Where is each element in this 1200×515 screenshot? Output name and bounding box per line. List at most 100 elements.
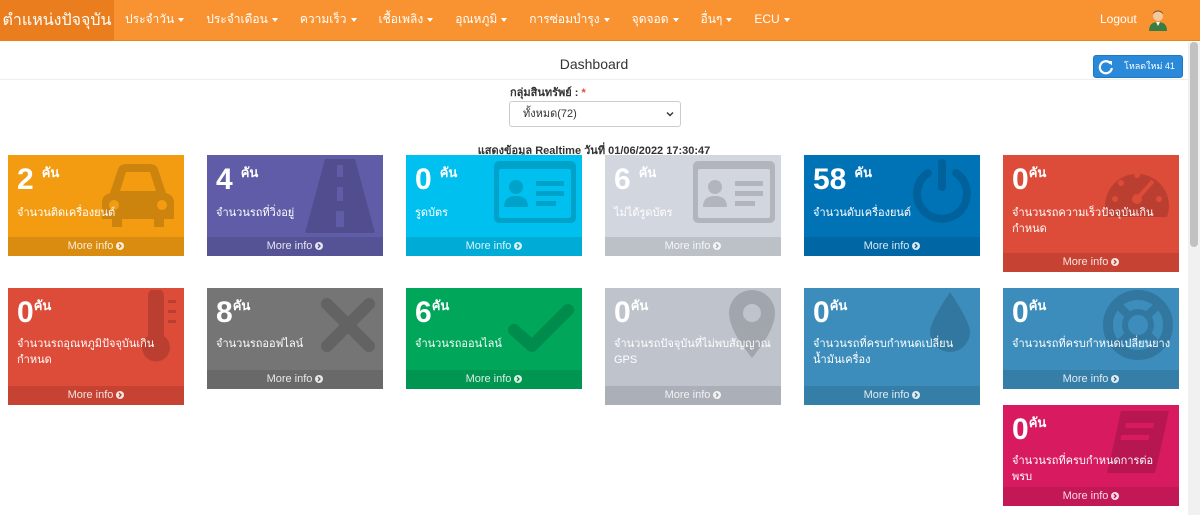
menu-speed[interactable]: ความเร็ว — [289, 0, 368, 41]
menu-parking[interactable]: จุดจอด — [621, 0, 690, 41]
box-count: 0คัน — [614, 296, 649, 329]
refresh-icon — [1098, 60, 1113, 75]
box-insurance-due: 0คัน จำนวนรถที่ครบกำหนดการต่อพรบ More in… — [1003, 405, 1179, 506]
menu-daily[interactable]: ประจำวัน — [114, 0, 195, 41]
more-info-link[interactable]: More info — [8, 386, 184, 405]
more-info-link[interactable]: More info — [207, 237, 383, 256]
box-label: จำนวนรถที่วิ่งอยู่ — [216, 207, 295, 219]
more-info-link[interactable]: More info — [804, 386, 980, 405]
menu-monthly[interactable]: ประจำเดือน — [195, 0, 289, 41]
more-info-link[interactable]: More info — [605, 237, 781, 256]
more-info-link[interactable]: More info — [1003, 253, 1179, 272]
menu-label: ความเร็ว — [299, 12, 347, 26]
more-info-label: More info — [67, 389, 114, 401]
more-info-label: More info — [266, 373, 313, 385]
asset-group-select[interactable]: ทั้งหมด(72) — [509, 101, 681, 127]
box-card-not-swiped: 6 คัน ไม่ได้รูดบัตร More info — [605, 155, 781, 256]
more-info-label: More info — [465, 373, 512, 385]
more-info-link[interactable]: More info — [1003, 487, 1179, 506]
menu-label: ประจำวัน — [125, 12, 175, 26]
box-count: 2 คัน — [17, 163, 60, 196]
box-moving: 4 คัน จำนวนรถที่วิ่งอยู่ More info — [207, 155, 383, 256]
box-label: จำนวนรถออนไลน์ — [415, 338, 502, 350]
menu-label: อุณหภูมิ — [455, 12, 498, 26]
caret-down-icon — [783, 17, 790, 22]
box-count: 0คัน — [813, 296, 848, 329]
arrow-circle-right-icon — [514, 375, 523, 383]
page-scrollbar[interactable] — [1188, 42, 1200, 515]
box-offline: 8คัน จำนวนรถออฟไลน์ More info — [207, 288, 383, 389]
arrow-circle-right-icon — [713, 242, 722, 250]
caret-down-icon — [603, 17, 610, 22]
arrow-circle-right-icon — [315, 375, 324, 383]
box-label: จำนวนรถอุณหภูมิปัจจุบันเกินกำหนด — [17, 338, 155, 366]
box-oil-change-due: 0คัน จำนวนรถที่ครบกำหนดเปลี่ยนน้ำมันเครื… — [804, 288, 980, 405]
caret-down-icon — [350, 17, 357, 22]
box-engine-off: 58 คัน จำนวนดับเครื่องยนต์ More info — [804, 155, 980, 256]
road-icon — [305, 159, 375, 233]
more-info-label: More info — [1062, 490, 1109, 502]
more-info-link[interactable]: More info — [1003, 370, 1179, 389]
title-divider — [0, 79, 1188, 80]
menu-label: ECU — [754, 12, 780, 26]
reload-button[interactable]: โหลดใหม่ 41 — [1093, 55, 1183, 78]
more-info-link[interactable]: More info — [207, 370, 383, 389]
page-title: Dashboard — [559, 56, 629, 72]
arrow-circle-right-icon — [912, 242, 921, 250]
menu-temperature[interactable]: อุณหภูมิ — [444, 0, 518, 41]
arrow-circle-right-icon — [116, 242, 125, 250]
more-info-label: More info — [1062, 373, 1109, 385]
user-avatar-icon[interactable] — [1148, 9, 1168, 31]
caret-down-icon — [271, 17, 278, 22]
box-label: ไม่ได้รูดบัตร — [614, 207, 673, 219]
menu-fuel[interactable]: เชื้อเพลิง — [368, 0, 445, 41]
more-info-link[interactable]: More info — [804, 237, 980, 256]
menu-others[interactable]: อื่นๆ — [690, 0, 744, 41]
caret-down-icon — [427, 17, 434, 22]
arrow-circle-right-icon — [912, 391, 921, 399]
arrow-circle-right-icon — [315, 242, 324, 250]
box-label: จำนวนรถปัจจุบันที่ไม่พบสัญญาณ GPS — [614, 338, 771, 366]
box-label: จำนวนรถที่ครบกำหนดเปลี่ยนน้ำมันเครื่อง — [813, 338, 954, 366]
asset-group-text: กลุ่มสินทรัพย์ : — [510, 87, 579, 99]
more-info-link[interactable]: More info — [605, 386, 781, 405]
arrow-circle-right-icon — [713, 391, 722, 399]
caret-down-icon — [672, 17, 679, 22]
box-label: จำนวนรถที่ครบกำหนดเปลี่ยนยาง — [1012, 338, 1171, 350]
more-info-link[interactable]: More info — [8, 237, 184, 256]
box-count: 0คัน — [1012, 413, 1047, 446]
brand-current-location[interactable]: ตำแหน่งปัจจุบัน — [0, 0, 114, 41]
box-over-temperature: 0คัน จำนวนรถอุณหภูมิปัจจุบันเกินกำหนด Mo… — [8, 288, 184, 405]
box-count: 0คัน — [17, 296, 52, 329]
arrow-circle-right-icon — [1111, 375, 1120, 383]
menu-label: จุดจอด — [631, 12, 669, 26]
box-count: 0คัน — [415, 163, 458, 196]
menu-label: การซ่อมบำรุง — [529, 12, 600, 26]
box-label: จำนวนรถออฟไลน์ — [216, 338, 304, 350]
more-info-label: More info — [266, 240, 313, 252]
more-info-label: More info — [863, 240, 910, 252]
more-info-label: More info — [664, 240, 711, 252]
box-count: 6คัน — [415, 296, 450, 329]
more-info-link[interactable]: More info — [406, 370, 582, 389]
box-engine-on: 2 คัน จำนวนติดเครื่องยนต์ More info — [8, 155, 184, 256]
scrollbar-thumb[interactable] — [1190, 42, 1198, 247]
arrow-circle-right-icon — [1111, 258, 1120, 266]
box-no-gps: 0คัน จำนวนรถปัจจุบันที่ไม่พบสัญญาณ GPS M… — [605, 288, 781, 405]
logout-link[interactable]: Logout — [1100, 0, 1137, 41]
box-label: จำนวนรถที่ครบกำหนดการต่อพรบ — [1012, 455, 1154, 483]
menu-label: ประจำเดือน — [206, 12, 268, 26]
more-info-label: More info — [863, 389, 910, 401]
menu-maintenance[interactable]: การซ่อมบำรุง — [518, 0, 620, 41]
more-info-label: More info — [1062, 256, 1109, 268]
box-count: 4 คัน — [216, 163, 259, 196]
box-count: 0คัน — [1012, 163, 1047, 196]
box-label: รูดบัตร — [415, 207, 449, 219]
top-navbar: ตำแหน่งปัจจุบัน ประจำวัน ประจำเดือน ความ… — [0, 0, 1200, 41]
box-over-speed: 0คัน จำนวนรถความเร็วปัจจุบันเกินกำหนด Mo… — [1003, 155, 1179, 272]
menu-ecu[interactable]: ECU — [743, 0, 800, 41]
more-info-label: More info — [664, 389, 711, 401]
more-info-link[interactable]: More info — [406, 237, 582, 256]
box-count: 8คัน — [216, 296, 251, 329]
arrow-circle-right-icon — [514, 242, 523, 250]
